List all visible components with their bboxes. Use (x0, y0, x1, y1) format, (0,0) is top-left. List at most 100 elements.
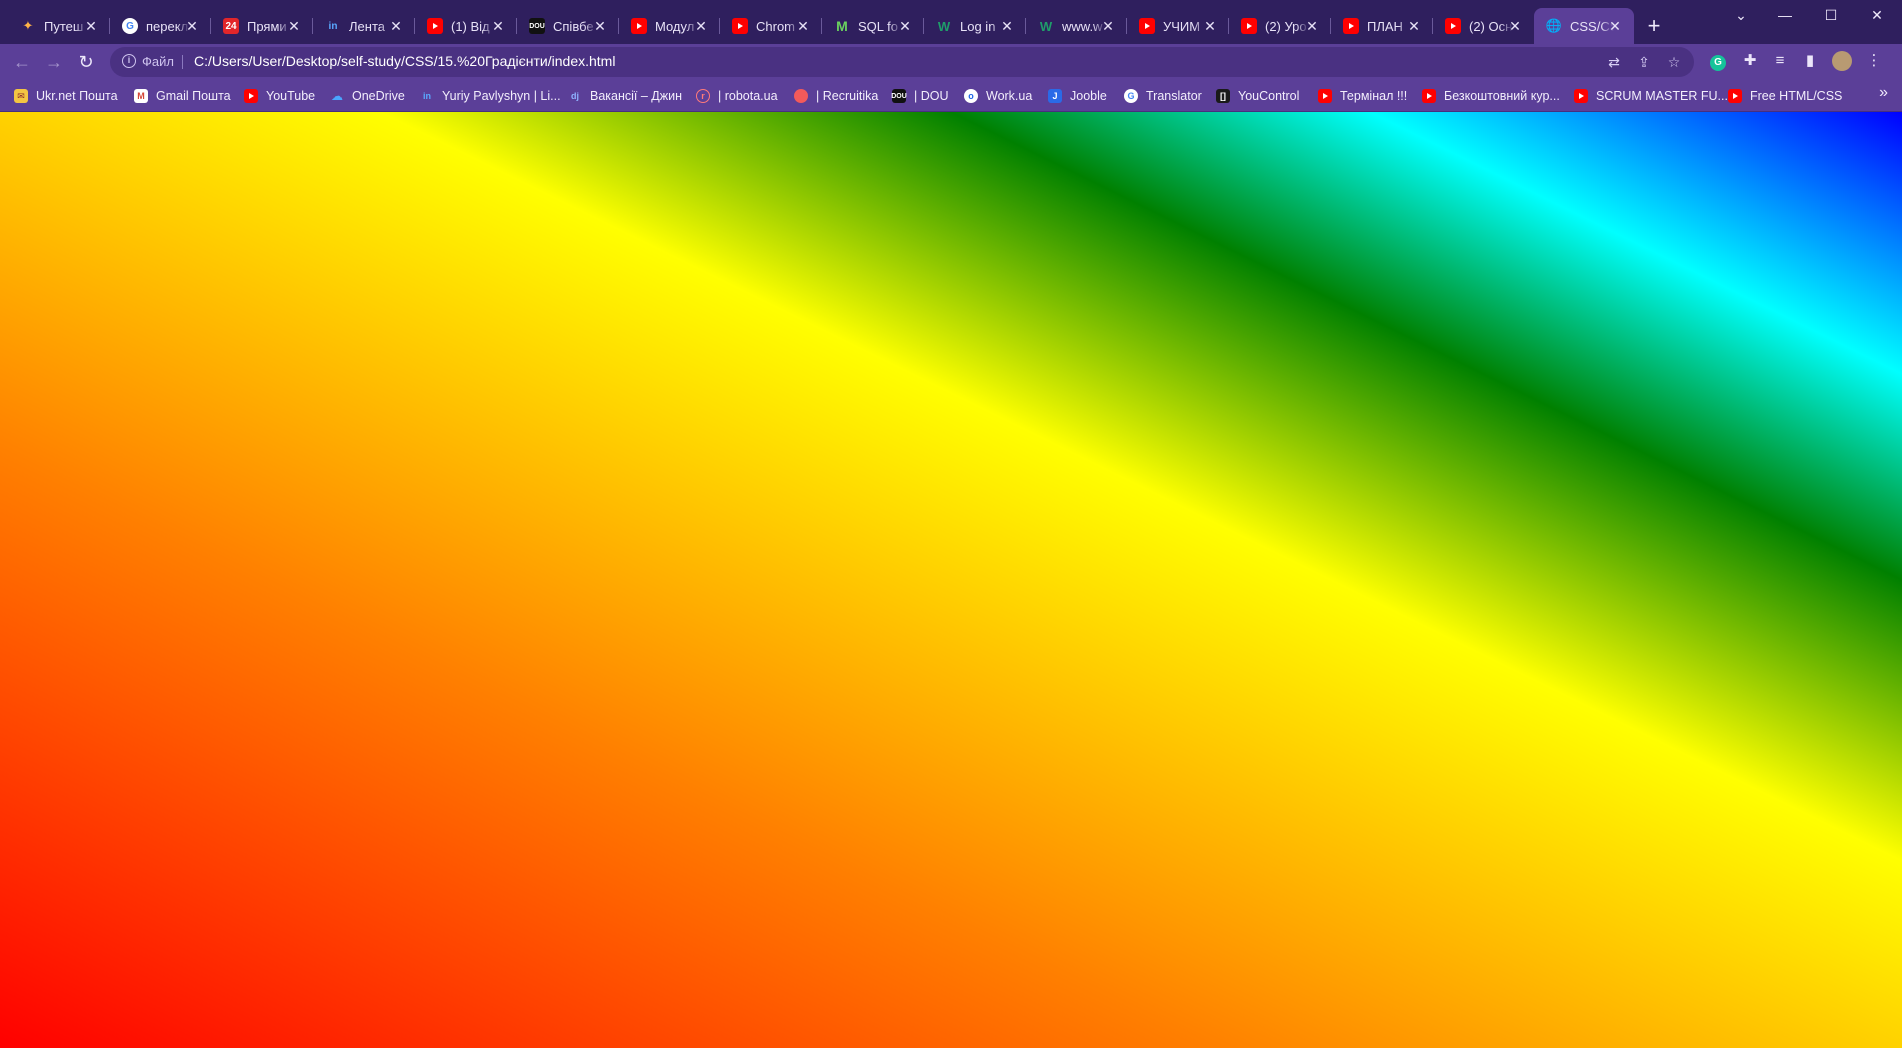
tab[interactable]: (1) Від ✕ (415, 8, 517, 44)
reload-button[interactable]: ↻ (72, 48, 100, 76)
forward-button[interactable]: → (40, 48, 68, 76)
tab[interactable]: DOU Співбе ✕ (517, 8, 619, 44)
dou-icon: DOU (891, 89, 907, 103)
tab[interactable]: G перекл ✕ (110, 8, 211, 44)
close-icon[interactable]: ✕ (183, 17, 201, 35)
bookmarks-bar: ✉ Ukr.net Пошта M Gmail Пошта YouTube ☁ … (0, 80, 1902, 112)
close-icon[interactable]: ✕ (1303, 17, 1321, 35)
url-text[interactable]: C:/Users/User/Desktop/self-study/CSS/15.… (194, 53, 615, 69)
share-icon[interactable]: ⇪ (1634, 52, 1654, 72)
chevron-double-right-icon[interactable]: » (1879, 84, 1888, 102)
reading-list-icon[interactable]: ≡ (1768, 47, 1792, 75)
close-icon[interactable]: ✕ (692, 17, 710, 35)
tab[interactable]: ПЛАН ✕ (1331, 8, 1433, 44)
bookmark-label: Вакансії – Джин (590, 89, 682, 103)
tab-active[interactable]: 🌐 CSS/CS ✕ (1534, 8, 1634, 44)
star-icon[interactable]: ☆ (1664, 52, 1684, 72)
bookmark-label: Jooble (1070, 89, 1107, 103)
youtube-icon (1241, 18, 1257, 34)
tab[interactable]: (2) Осн ✕ (1433, 8, 1534, 44)
globe-icon: 🌐 (1545, 18, 1563, 33)
youtube-icon (244, 89, 258, 103)
back-button[interactable]: ← (8, 48, 36, 76)
info-icon[interactable]: i (122, 54, 136, 68)
bookmark-item[interactable]: [] YouControl (1216, 86, 1299, 106)
tab[interactable]: W Log in ✕ (924, 8, 1026, 44)
bookmark-item[interactable]: G Translator (1124, 86, 1202, 106)
tab[interactable]: 24 Прями ✕ (211, 8, 313, 44)
address-bar[interactable]: i Файл C:/Users/User/Desktop/self-study/… (110, 47, 1694, 77)
recruitika-icon (794, 89, 808, 103)
avatar[interactable] (1830, 47, 1854, 75)
bookmark-label: Work.ua (986, 89, 1033, 103)
maximize-button[interactable]: ☐ (1808, 0, 1854, 32)
bookmark-item[interactable]: SCRUM MASTER FU... (1574, 86, 1728, 106)
bookmark-label: Безкоштовний кур... (1444, 89, 1560, 103)
gmail-icon: M (134, 89, 148, 103)
translate-icon[interactable]: ⇄ (1604, 52, 1624, 72)
bookmark-label: | Recruitika (816, 89, 879, 103)
bookmark-item[interactable]: Free HTML/CSS (1728, 86, 1842, 106)
m-logo-icon: M (836, 18, 848, 34)
close-icon[interactable]: ✕ (1201, 17, 1219, 35)
tab[interactable]: W www.w ✕ (1026, 8, 1127, 44)
close-icon[interactable]: ✕ (1506, 17, 1524, 35)
tab-strip: ✦ Путеш ✕ G перекл ✕ 24 Прями ✕ in Лента… (0, 0, 1902, 44)
menu-icon[interactable]: ⋮ (1862, 47, 1886, 75)
close-icon[interactable]: ✕ (1606, 17, 1624, 35)
bookmark-item[interactable]: YouTube (244, 86, 315, 106)
divider (182, 55, 183, 69)
tab[interactable]: in Лента ✕ (313, 8, 415, 44)
close-icon[interactable]: ✕ (998, 17, 1016, 35)
grammarly-icon[interactable]: G (1706, 47, 1730, 75)
bookmark-label: YouControl (1238, 89, 1300, 103)
bookmark-item[interactable]: DOU | DOU (891, 86, 949, 106)
new-tab-button[interactable]: + (1640, 12, 1668, 40)
close-icon[interactable]: ✕ (591, 17, 609, 35)
bookmark-item[interactable]: Термінал !!! (1318, 86, 1407, 106)
bookmark-label: Yuriy Pavlyshyn | Li... (442, 89, 561, 103)
robota-icon: r (696, 89, 710, 103)
close-icon[interactable]: ✕ (387, 17, 405, 35)
close-icon[interactable]: ✕ (896, 17, 914, 35)
bookmark-item[interactable]: r | robota.ua (696, 86, 778, 106)
bookmark-item[interactable]: in Yuriy Pavlyshyn | Li... (420, 86, 561, 106)
bookmark-label: Free HTML/CSS (1750, 89, 1843, 103)
tab[interactable]: (2) Уро ✕ (1229, 8, 1331, 44)
google-icon: G (122, 18, 138, 34)
youtube-icon (1318, 89, 1332, 103)
bookmark-label: Термінал !!! (1340, 89, 1408, 103)
tab[interactable]: Модул ✕ (619, 8, 720, 44)
tab[interactable]: УЧИМ ✕ (1127, 8, 1229, 44)
tab[interactable]: Chrom ✕ (720, 8, 822, 44)
bookmark-item[interactable]: ☁ OneDrive (330, 86, 405, 106)
bookmark-item[interactable]: J Jooble (1048, 86, 1107, 106)
bookmark-item[interactable]: | Recruitika (794, 86, 878, 106)
bookmark-item[interactable]: M Gmail Пошта (134, 86, 231, 106)
close-icon[interactable]: ✕ (1099, 17, 1117, 35)
pinwheel-icon: ✦ (22, 18, 34, 33)
browser-window: ✦ Путеш ✕ G перекл ✕ 24 Прями ✕ in Лента… (0, 0, 1902, 1048)
close-icon[interactable]: ✕ (82, 17, 100, 35)
bookmark-item[interactable]: dj Вакансії – Джин (568, 86, 682, 106)
close-icon[interactable]: ✕ (1405, 17, 1423, 35)
jooble-icon: J (1048, 89, 1062, 103)
dou-icon: DOU (529, 18, 545, 34)
close-icon[interactable]: ✕ (285, 17, 303, 35)
tab[interactable]: ✦ Путеш ✕ (8, 8, 110, 44)
linkedin-icon: in (423, 91, 431, 101)
bookmark-item[interactable]: ✉ Ukr.net Пошта (14, 86, 118, 106)
minimize-button[interactable]: — (1762, 0, 1808, 32)
bookmark-item[interactable]: Безкоштовний кур... (1422, 86, 1560, 106)
extensions-icon[interactable]: ✚ (1738, 47, 1762, 75)
bookmark-label: OneDrive (352, 89, 405, 103)
bookmark-item[interactable]: o Work.ua (964, 86, 1032, 106)
youtube-icon (1445, 18, 1461, 34)
chevron-down-icon[interactable]: ⌄ (1718, 0, 1764, 32)
bookmark-label: YouTube (266, 89, 316, 103)
close-icon[interactable]: ✕ (794, 17, 812, 35)
side-panel-icon[interactable]: ▮ (1798, 47, 1822, 75)
tab[interactable]: M SQL fo ✕ (822, 8, 924, 44)
window-close-button[interactable]: ✕ (1854, 0, 1900, 32)
close-icon[interactable]: ✕ (489, 17, 507, 35)
